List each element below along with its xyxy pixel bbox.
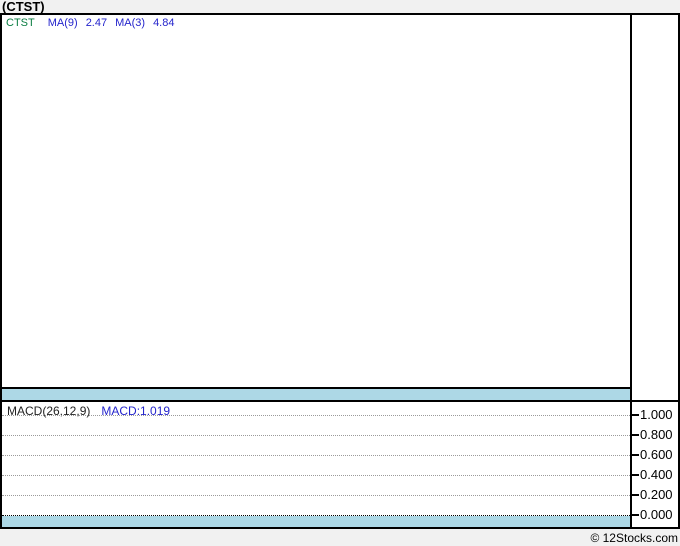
price-panel-legend: CTST MA(9) 2.47 MA(3) 4.84: [6, 17, 182, 29]
stock-chart-page: (CTST) CTST MA(9) 2.47 MA(3) 4.84 MACD(2…: [0, 0, 680, 546]
y-axis-label: 1.000: [640, 407, 673, 422]
axis-tick: [630, 454, 639, 456]
axis-tick: [630, 414, 639, 416]
axis-tick: [630, 514, 639, 516]
ma3-label: MA(3): [115, 17, 146, 29]
gridline-0.400: [2, 475, 630, 476]
axis-separator-line: [630, 15, 632, 527]
panel-separator-band: [2, 389, 630, 400]
y-axis-label: 0.000: [640, 507, 673, 522]
axis-tick: [630, 474, 639, 476]
gridline-0.600: [2, 455, 630, 456]
gridline-1.000: [2, 415, 630, 416]
macd-value-label: MACD:1.019: [101, 404, 171, 418]
y-axis-label: 0.600: [640, 447, 673, 462]
ma3-value: 4.84: [153, 17, 175, 29]
macd-params-label: MACD(26,12,9): [7, 404, 91, 418]
panel-separator-bottom-border: [2, 400, 678, 402]
macd-bottom-band: [2, 516, 630, 527]
copyright-link[interactable]: © 12Stocks.com: [590, 531, 678, 545]
ma9-label: MA(9): [47, 17, 78, 29]
y-axis-label: 0.400: [640, 467, 673, 482]
axis-tick: [630, 494, 639, 496]
page-title: (CTST): [2, 0, 45, 14]
gridline-0.800: [2, 435, 630, 436]
ma9-value: 2.47: [85, 17, 108, 29]
axis-tick: [630, 434, 639, 436]
macd-panel-legend: MACD(26,12,9) MACD:1.019: [7, 405, 170, 418]
chart-frame: CTST MA(9) 2.47 MA(3) 4.84 MACD(26,12,9)…: [0, 13, 680, 529]
y-axis-label: 0.800: [640, 427, 673, 442]
ticker-symbol-label: CTST: [6, 17, 35, 29]
gridline-0.200: [2, 495, 630, 496]
y-axis-label: 0.200: [640, 487, 673, 502]
